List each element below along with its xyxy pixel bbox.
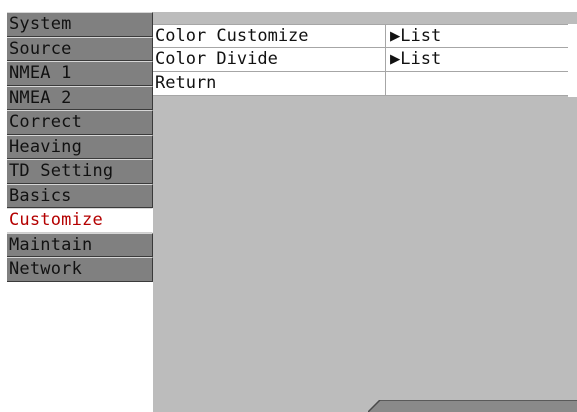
customize-submenu: Color Customize ▶List Color Divide ▶List… — [153, 24, 568, 96]
bottom-tab-shape — [368, 400, 577, 412]
menu-item-system[interactable]: System — [7, 12, 153, 37]
submenu-value — [386, 72, 568, 95]
menu-item-basics[interactable]: Basics — [7, 183, 153, 208]
menu-item-customize[interactable]: Customize — [7, 208, 153, 233]
submenu-label: Color Divide — [153, 48, 386, 71]
settings-panel: Color Customize ▶List Color Divide ▶List… — [153, 12, 577, 412]
submenu-row-return[interactable]: Return — [153, 72, 568, 96]
submenu-label: Return — [153, 72, 386, 95]
menu-item-source[interactable]: Source — [7, 36, 153, 61]
menu-item-heaving[interactable]: Heaving — [7, 134, 153, 159]
submenu-row-color-divide[interactable]: Color Divide ▶List — [153, 48, 568, 72]
menu-item-correct[interactable]: Correct — [7, 110, 153, 135]
submenu-value[interactable]: ▶List — [386, 25, 568, 47]
main-menu: System Source NMEA 1 NMEA 2 Correct Heav… — [7, 12, 153, 282]
submenu-label: Color Customize — [153, 25, 386, 47]
menu-item-nmea-1[interactable]: NMEA 1 — [7, 61, 153, 86]
menu-item-td-setting[interactable]: TD Setting — [7, 159, 153, 184]
menu-item-maintain[interactable]: Maintain — [7, 232, 153, 257]
menu-item-network[interactable]: Network — [7, 257, 153, 282]
scroll-strip — [568, 24, 577, 97]
menu-item-nmea-2[interactable]: NMEA 2 — [7, 85, 153, 110]
submenu-value[interactable]: ▶List — [386, 48, 568, 71]
submenu-row-color-customize[interactable]: Color Customize ▶List — [153, 24, 568, 48]
